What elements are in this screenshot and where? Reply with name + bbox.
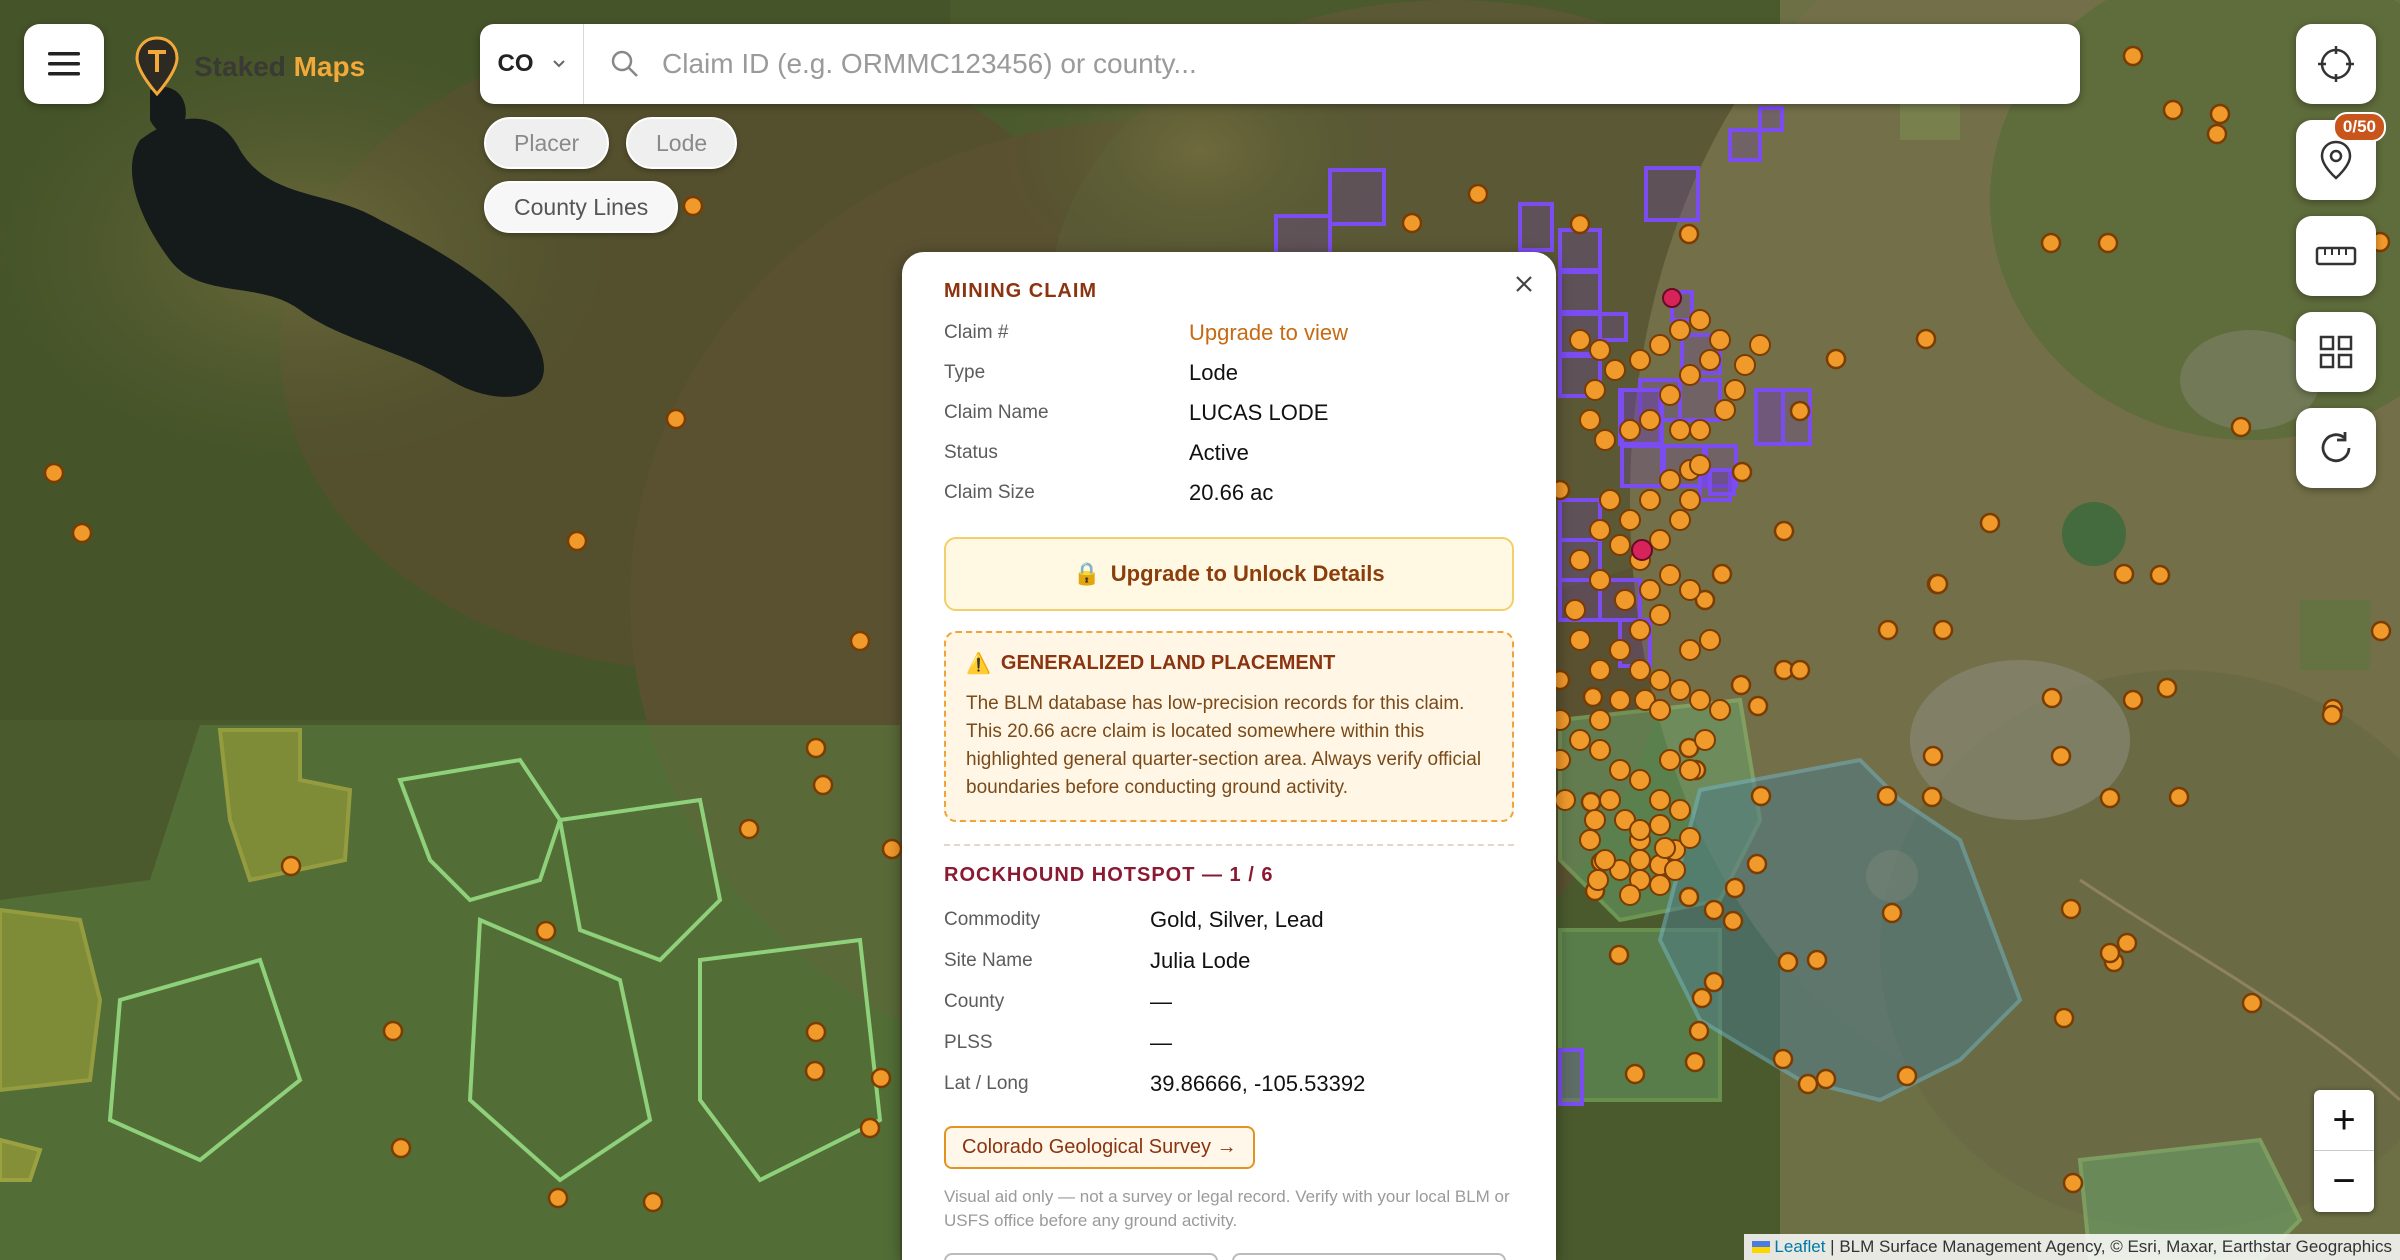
county-label: County <box>944 990 1005 1012</box>
claim-name-value: LUCAS LODE <box>1189 400 1329 425</box>
generalized-placement-warning: ⚠️ GENERALIZED LAND PLACEMENT The BLM da… <box>944 631 1514 822</box>
site-name-label: Site Name <box>944 949 1033 971</box>
claim-name-label: Claim Name <box>944 402 1049 423</box>
rockhound-hotspot-title: ROCKHOUND HOTSPOT — 1 / 6 <box>944 864 1274 886</box>
upgrade-unlock-label: Upgrade to Unlock Details <box>1110 561 1385 586</box>
state-select-value: CO <box>497 50 534 77</box>
county-value: — <box>1150 988 1172 1014</box>
saved-pins-button[interactable]: 0/50 <box>2296 112 2386 200</box>
claim-row: Claim # Upgrade to view <box>944 313 1514 353</box>
section-divider <box>944 844 1514 846</box>
claim-type-label: Type <box>944 362 986 383</box>
claim-size-label: Claim Size <box>944 482 1035 503</box>
leaflet-link[interactable]: Leaflet <box>1774 1237 1825 1256</box>
hotspot-details: Commodity Gold, Silver, Lead Site Name J… <box>944 899 1514 1104</box>
zoom-control: + − <box>2314 1090 2374 1212</box>
claim-type-value: Lode <box>1189 360 1238 385</box>
map-pin-icon <box>2320 140 2352 180</box>
warning-title: GENERALIZED LAND PLACEMENT <box>1000 652 1336 674</box>
search-input[interactable] <box>662 48 2080 80</box>
map-attribution: Leaflet | BLM Surface Management Agency,… <box>1743 1234 2400 1260</box>
hotspot-row: PLSS — <box>944 1022 1514 1063</box>
search-bar: CO <box>480 24 2080 104</box>
hotspot-row: Site Name Julia Lode <box>944 940 1514 981</box>
claim-row: Status Active <box>944 433 1514 473</box>
ruler-icon <box>2315 246 2357 266</box>
attribution-text: | BLM Surface Management Agency, © Esri,… <box>1825 1237 2392 1256</box>
popup-action-buttons <box>944 1253 1514 1260</box>
filter-chip-county-lines[interactable]: County Lines <box>484 181 679 233</box>
pin-count-badge: 0/50 <box>2332 112 2386 142</box>
warning-body: The BLM database has low-precision recor… <box>966 693 1482 798</box>
claim-size-value: 20.66 ac <box>1189 480 1274 505</box>
hotspot-row: County — <box>944 981 1514 1022</box>
claim-status-label: Status <box>944 442 998 463</box>
claim-pin-logo-icon <box>135 36 179 97</box>
claim-status-value: Active <box>1189 440 1249 465</box>
claim-row: Claim Name LUCAS LODE <box>944 393 1514 433</box>
crosshair-icon <box>2318 46 2354 82</box>
filter-chip-placer[interactable]: Placer <box>484 117 610 169</box>
lat-long-value: 39.86666, -105.53392 <box>1150 1070 1366 1096</box>
site-name-value: Julia Lode <box>1150 947 1251 973</box>
commodity-value: Gold, Silver, Lead <box>1150 906 1324 932</box>
warning-icon: ⚠️ <box>966 653 991 675</box>
popup-action-button-2[interactable] <box>1232 1253 1506 1260</box>
lock-icon: 🔒 <box>1073 561 1101 586</box>
close-icon <box>1516 276 1532 292</box>
search-icon <box>610 49 640 79</box>
plss-label: PLSS <box>944 1031 993 1053</box>
popup-action-button-1[interactable] <box>944 1253 1218 1260</box>
plss-value: — <box>1150 1029 1172 1055</box>
popup-close-button[interactable] <box>1506 266 1542 302</box>
disclaimer-text: Visual aid only — not a survey or legal … <box>944 1187 1510 1230</box>
commodity-label: Commodity <box>944 908 1041 930</box>
filter-chip-lode[interactable]: Lode <box>626 117 738 169</box>
locate-me-button[interactable] <box>2296 24 2376 104</box>
refresh-icon <box>2321 432 2351 463</box>
mining-claim-title: MINING CLAIM <box>944 280 1098 302</box>
zoom-out-button[interactable]: − <box>2314 1151 2374 1212</box>
claim-number-label: Claim # <box>944 322 1009 343</box>
grid-icon <box>2319 335 2353 369</box>
hamburger-icon <box>48 52 80 76</box>
logo-word-maps: Maps <box>293 51 366 82</box>
menu-button[interactable] <box>24 24 104 104</box>
hotspot-row: Lat / Long 39.86666, -105.53392 <box>944 1063 1514 1104</box>
claim-row: Type Lode <box>944 353 1514 393</box>
measure-button[interactable] <box>2296 216 2376 296</box>
logo-word-staked: Staked <box>194 51 286 82</box>
state-select[interactable]: CO <box>480 24 584 104</box>
app-logo[interactable]: Staked Maps <box>134 36 365 98</box>
claim-popup: MINING CLAIM Claim # Upgrade to view Typ… <box>902 252 1556 1260</box>
layers-grid-button[interactable] <box>2296 312 2376 392</box>
refresh-button[interactable] <box>2296 408 2376 488</box>
claim-details: Claim # Upgrade to view Type Lode Claim … <box>944 313 1514 513</box>
upgrade-unlock-button[interactable]: 🔒 Upgrade to Unlock Details <box>944 537 1514 611</box>
chevron-down-icon <box>552 60 565 68</box>
hotspot-row: Commodity Gold, Silver, Lead <box>944 899 1514 940</box>
ukraine-flag-icon <box>1751 1241 1770 1253</box>
colorado-geological-survey-button[interactable]: Colorado Geological Survey → <box>944 1126 1255 1169</box>
claim-row: Claim Size 20.66 ac <box>944 473 1514 513</box>
upgrade-to-view-link[interactable]: Upgrade to view <box>1189 320 1348 346</box>
lat-long-label: Lat / Long <box>944 1072 1029 1094</box>
zoom-in-button[interactable]: + <box>2314 1090 2374 1151</box>
